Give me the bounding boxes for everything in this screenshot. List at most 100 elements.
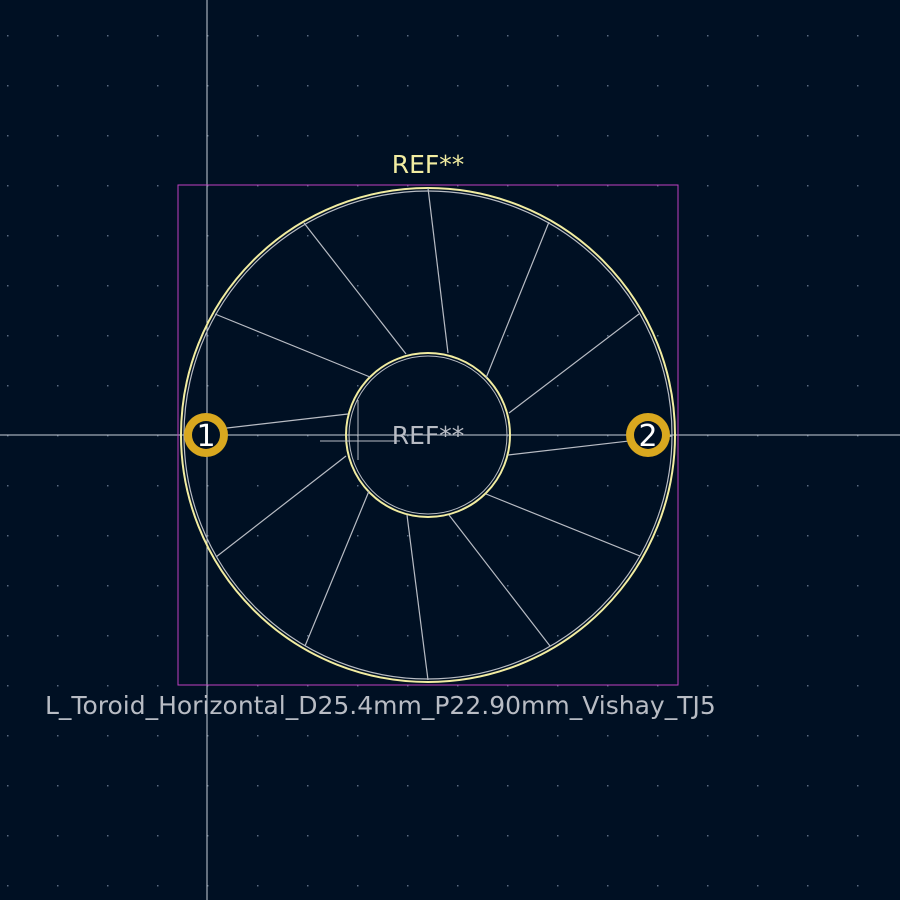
grid-dot <box>57 785 59 787</box>
grid-dot <box>707 85 709 87</box>
grid-dot <box>7 235 9 237</box>
grid-dot <box>807 385 809 387</box>
grid-dot <box>457 485 459 487</box>
grid-dot <box>607 785 609 787</box>
silkscreen-reference[interactable]: REF** <box>392 150 465 179</box>
grid-dot <box>7 635 9 637</box>
grid-dot <box>157 535 159 537</box>
grid-dot <box>157 335 159 337</box>
pad-2[interactable]: 2 <box>626 413 670 457</box>
grid-dot <box>807 85 809 87</box>
grid-dot <box>557 385 559 387</box>
grid-dot <box>107 685 109 687</box>
grid-dot <box>107 835 109 837</box>
grid-dot <box>407 885 409 887</box>
grid-dot <box>7 735 9 737</box>
grid-dot <box>457 585 459 587</box>
grid-dot <box>857 785 859 787</box>
grid-dot <box>557 135 559 137</box>
grid-dot <box>757 785 759 787</box>
grid-dot <box>257 885 259 887</box>
footprint-name[interactable]: L_Toroid_Horizontal_D25.4mm_P22.90mm_Vis… <box>45 691 716 720</box>
grid-dot <box>707 235 709 237</box>
grid-dot <box>557 85 559 87</box>
grid-dot <box>707 335 709 337</box>
grid-dot <box>607 835 609 837</box>
grid-dot <box>307 135 309 137</box>
grid-dot <box>757 885 759 887</box>
grid-dot <box>507 735 509 737</box>
canvas-background <box>0 0 900 900</box>
grid-dot <box>757 585 759 587</box>
grid-dot <box>307 35 309 37</box>
grid-dot <box>7 285 9 287</box>
grid-dot <box>857 135 859 137</box>
grid-dot <box>357 735 359 737</box>
grid-dot <box>657 135 659 137</box>
grid-dot <box>257 635 259 637</box>
grid-dot <box>807 835 809 837</box>
grid-dot <box>757 835 759 837</box>
grid-dot <box>607 735 609 737</box>
grid-dot <box>707 535 709 537</box>
grid-dot <box>457 885 459 887</box>
grid-dot <box>457 135 459 137</box>
grid-dot <box>7 335 9 337</box>
grid-dot <box>507 885 509 887</box>
grid-dot <box>657 485 659 487</box>
grid-dot <box>707 785 709 787</box>
grid-dot <box>557 785 559 787</box>
grid-dot <box>257 135 259 137</box>
grid-dot <box>257 535 259 537</box>
grid-dot <box>107 585 109 587</box>
grid-dot <box>357 785 359 787</box>
grid-dot <box>107 785 109 787</box>
grid-dot <box>257 785 259 787</box>
grid-dot <box>557 335 559 337</box>
grid-dot <box>307 285 309 287</box>
grid-dot <box>557 535 559 537</box>
grid-dot <box>657 835 659 837</box>
grid-dot <box>57 735 59 737</box>
grid-dot <box>757 385 759 387</box>
grid-dot <box>807 285 809 287</box>
grid-dot <box>307 535 309 537</box>
grid-dot <box>757 485 759 487</box>
grid-dot <box>857 385 859 387</box>
grid-dot <box>307 735 309 737</box>
fab-reference[interactable]: REF** <box>392 421 465 450</box>
grid-dot <box>607 385 609 387</box>
grid-dot <box>557 285 559 287</box>
grid-dot <box>157 185 159 187</box>
grid-dot <box>507 35 509 37</box>
grid-dot <box>7 685 9 687</box>
grid-dot <box>407 285 409 287</box>
grid-dot <box>807 885 809 887</box>
grid-dot <box>707 835 709 837</box>
grid-dot <box>57 385 59 387</box>
grid-dot <box>457 235 459 237</box>
grid-dot <box>57 285 59 287</box>
pcb-canvas[interactable]: REF** REF** 1 2 L_Toroid_Horizontal_D25.… <box>0 0 900 900</box>
grid-dot <box>157 785 159 787</box>
grid-dot <box>557 235 559 237</box>
grid-dot <box>357 35 359 37</box>
grid-dot <box>57 235 59 237</box>
grid-dot <box>807 35 809 37</box>
grid-dot <box>257 335 259 337</box>
grid-dot <box>157 385 159 387</box>
grid-dot <box>607 285 609 287</box>
grid-dot <box>307 335 309 337</box>
grid-dot <box>357 835 359 837</box>
grid-dot <box>457 735 459 737</box>
pad-1[interactable]: 1 <box>184 413 228 457</box>
grid-dot <box>457 635 459 637</box>
grid-dot <box>307 385 309 387</box>
grid-dot <box>807 735 809 737</box>
grid-dot <box>807 185 809 187</box>
grid-dot <box>807 585 809 587</box>
grid-dot <box>407 535 409 537</box>
grid-dot <box>857 335 859 337</box>
grid-dot <box>507 835 509 837</box>
grid-dot <box>407 635 409 637</box>
